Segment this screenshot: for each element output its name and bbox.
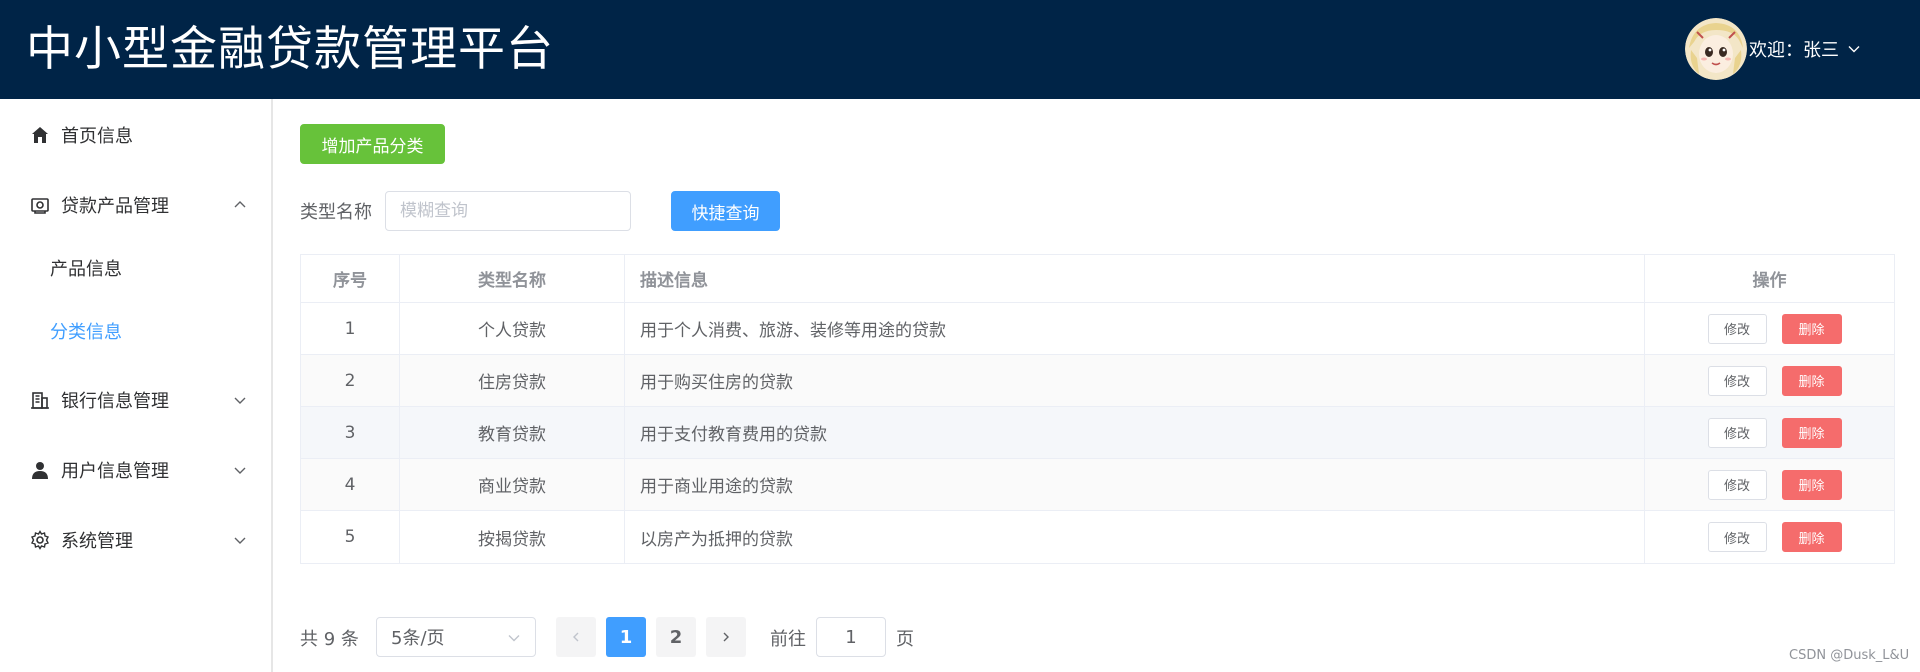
category-description: 用于购买住房的贷款	[625, 355, 1645, 406]
delete-button[interactable]: 删除	[1781, 313, 1842, 344]
chevron-left-icon	[573, 632, 579, 642]
table-row: 5 按揭贷款 以房产为抵押的贷款 修改 删除	[301, 511, 1894, 563]
add-category-button[interactable]: 增加产品分类	[300, 124, 445, 164]
delete-button[interactable]: 删除	[1781, 417, 1842, 448]
table-header-row: 序号 类型名称 描述信息 操作	[301, 255, 1894, 303]
row-number: 3	[301, 407, 400, 458]
table-row: 1 个人贷款 用于个人消费、旅游、装修等用途的贷款 修改 删除	[301, 303, 1894, 355]
sidebar-subitem-label: 产品信息	[50, 259, 122, 280]
user-icon	[29, 459, 51, 481]
sidebar-item-loan-products[interactable]: 贷款产品管理	[0, 177, 271, 233]
category-description: 用于商业用途的贷款	[625, 459, 1645, 510]
chevron-down-icon	[234, 467, 246, 474]
row-actions: 修改 删除	[1645, 407, 1894, 458]
column-header: 序号	[301, 255, 400, 302]
category-name: 个人贷款	[400, 303, 625, 354]
edit-button[interactable]: 修改	[1707, 313, 1767, 344]
category-name: 住房贷款	[400, 355, 625, 406]
filter-label: 类型名称	[300, 202, 372, 223]
table-row: 2 住房贷款 用于购买住房的贷款 修改 删除	[301, 355, 1894, 407]
category-name: 商业贷款	[400, 459, 625, 510]
table-row: 4 商业贷款 用于商业用途的贷款 修改 删除	[301, 459, 1894, 511]
sidebar: 首页信息 贷款产品管理 产品信息 分类信息 银行信息管理 用户信息管理 系统管理	[0, 99, 273, 672]
sidebar-item-label: 贷款产品管理	[61, 196, 169, 217]
category-name: 教育贷款	[400, 407, 625, 458]
category-description: 以房产为抵押的贷款	[625, 511, 1645, 563]
user-menu[interactable]: 欢迎：张三	[1685, 18, 1861, 80]
type-name-search-input[interactable]	[385, 191, 631, 231]
chevron-down-icon	[1848, 46, 1860, 53]
avatar	[1685, 18, 1747, 80]
chevron-down-icon	[508, 635, 520, 642]
goto-label: 前往	[770, 629, 806, 650]
app-title: 中小型金融贷款管理平台	[26, 22, 554, 77]
sidebar-subitem-product-info[interactable]: 产品信息	[0, 240, 271, 296]
row-actions: 修改 删除	[1645, 303, 1894, 354]
row-number: 5	[301, 511, 400, 563]
bank-icon	[29, 389, 51, 411]
edit-button[interactable]: 修改	[1707, 522, 1767, 552]
sidebar-item-bank-info[interactable]: 银行信息管理	[0, 372, 271, 428]
chevron-up-icon	[234, 201, 246, 208]
sidebar-item-label: 银行信息管理	[61, 391, 169, 412]
gear-icon	[29, 529, 51, 551]
product-icon	[29, 194, 51, 216]
row-number: 2	[301, 355, 400, 406]
page-suffix-label: 页	[896, 629, 914, 650]
sidebar-item-system[interactable]: 系统管理	[0, 512, 271, 568]
sidebar-item-label: 用户信息管理	[61, 461, 169, 482]
goto-page-input[interactable]	[816, 617, 886, 657]
column-header: 操作	[1752, 271, 1787, 291]
delete-button[interactable]: 删除	[1781, 522, 1842, 552]
delete-button[interactable]: 删除	[1781, 365, 1842, 396]
chevron-down-icon	[234, 397, 246, 404]
sidebar-item-user-info[interactable]: 用户信息管理	[0, 442, 271, 498]
prev-page-button[interactable]	[556, 617, 596, 657]
row-actions: 修改 删除	[1645, 355, 1894, 406]
row-number: 1	[301, 303, 400, 354]
category-name: 按揭贷款	[400, 511, 625, 563]
category-description: 用于个人消费、旅游、装修等用途的贷款	[625, 303, 1645, 354]
category-description: 用于支付教育费用的贷款	[625, 407, 1645, 458]
page-button-2[interactable]: 2	[656, 617, 696, 657]
chevron-down-icon	[234, 537, 246, 544]
sidebar-item-home[interactable]: 首页信息	[0, 107, 271, 163]
sidebar-item-label: 首页信息	[61, 126, 133, 147]
page-size-select[interactable]: 5条/页	[376, 617, 536, 657]
chevron-right-icon	[723, 632, 729, 642]
home-icon	[29, 124, 51, 146]
top-header: 中小型金融贷款管理平台 欢迎：张三	[0, 0, 1920, 99]
column-header: 描述信息	[625, 255, 1645, 302]
edit-button[interactable]: 修改	[1707, 417, 1767, 448]
pagination-total: 共 9 条	[300, 629, 359, 650]
sidebar-subitem-category-info[interactable]: 分类信息	[0, 303, 271, 359]
row-actions: 修改 删除	[1645, 459, 1894, 510]
quick-search-button[interactable]: 快捷查询	[671, 191, 780, 231]
watermark: CSDN @Dusk_L&U	[1789, 648, 1910, 663]
edit-button[interactable]: 修改	[1707, 365, 1767, 396]
page-size-value: 5条/页	[391, 628, 445, 649]
edit-button[interactable]: 修改	[1707, 469, 1767, 500]
page-button-1[interactable]: 1	[606, 617, 646, 657]
category-table: 序号 类型名称 描述信息 操作 1 个人贷款 用于个人消费、旅游、装修等用途的贷…	[300, 254, 1895, 564]
next-page-button[interactable]	[706, 617, 746, 657]
table-row: 3 教育贷款 用于支付教育费用的贷款 修改 删除	[301, 407, 1894, 459]
row-actions: 修改 删除	[1645, 511, 1894, 563]
welcome-text: 欢迎：张三	[1749, 40, 1839, 61]
row-number: 4	[301, 459, 400, 510]
sidebar-item-label: 系统管理	[61, 531, 133, 552]
sidebar-subitem-label: 分类信息	[50, 322, 122, 343]
delete-button[interactable]: 删除	[1781, 469, 1842, 500]
column-header: 类型名称	[400, 255, 625, 302]
